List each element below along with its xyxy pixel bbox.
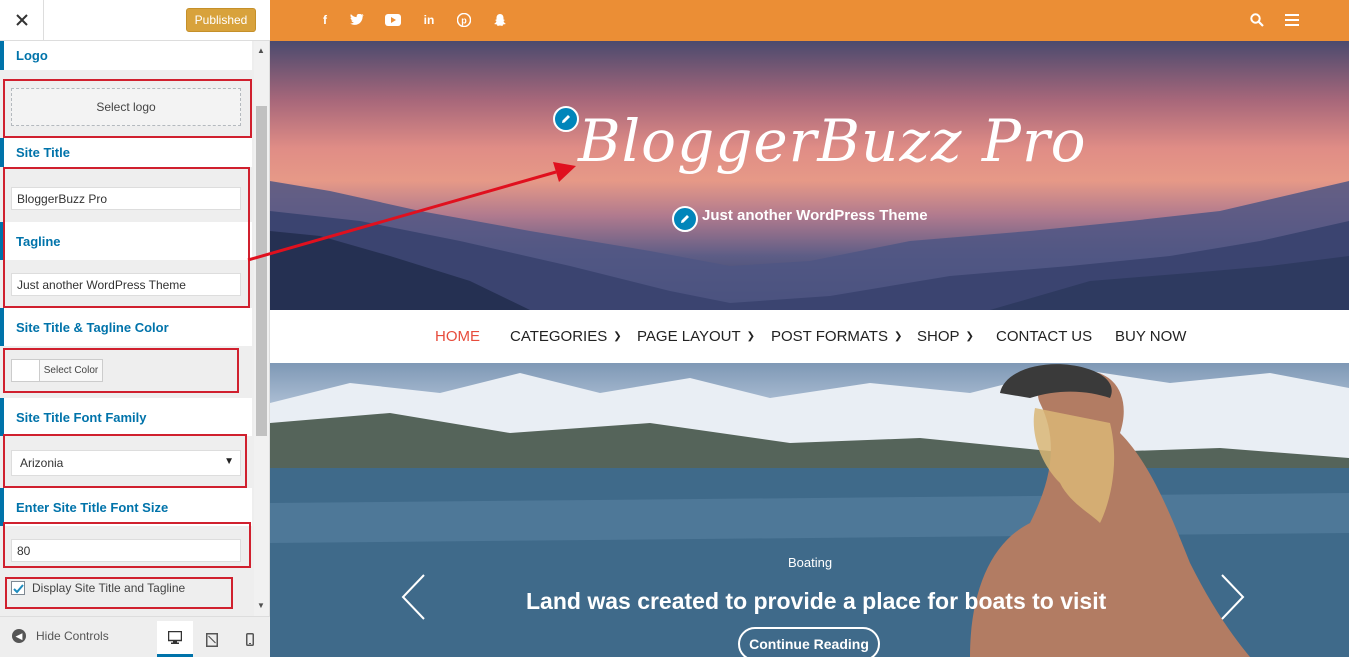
tagline-section-label: Tagline bbox=[0, 222, 252, 260]
mountain-silhouette bbox=[270, 181, 1349, 310]
slide-category[interactable]: Boating bbox=[788, 555, 832, 570]
continue-reading-button[interactable]: Continue Reading bbox=[738, 627, 880, 657]
hide-controls-button[interactable]: ◀ Hide Controls bbox=[12, 629, 109, 643]
color-section-label: Site Title & Tagline Color bbox=[0, 308, 252, 346]
slider-next-button[interactable] bbox=[1220, 573, 1246, 626]
linkedin-icon[interactable]: in bbox=[420, 11, 438, 29]
tagline-input[interactable]: Just another WordPress Theme bbox=[11, 273, 241, 296]
site-title-input[interactable]: BloggerBuzz Pro bbox=[11, 187, 241, 210]
display-title-tagline-row[interactable]: Display Site Title and Tagline bbox=[11, 581, 185, 595]
nav-item-home[interactable]: HOME bbox=[435, 328, 480, 345]
mobile-preview-button[interactable] bbox=[232, 621, 268, 657]
pencil-icon bbox=[562, 115, 570, 123]
chevron-down-icon: ❯ bbox=[893, 331, 903, 342]
youtube-icon[interactable] bbox=[384, 11, 402, 29]
font-family-value: Arizonia bbox=[20, 456, 64, 470]
customizer-footer: ◀ Hide Controls bbox=[0, 616, 270, 657]
close-icon bbox=[15, 14, 28, 26]
close-customizer-button[interactable] bbox=[0, 0, 44, 40]
edit-tagline-button[interactable] bbox=[672, 206, 698, 232]
chevron-down-icon: ❯ bbox=[746, 331, 756, 342]
tablet-icon bbox=[206, 632, 218, 647]
featured-slider: Boating Land was created to provide a pl… bbox=[270, 363, 1349, 657]
scroll-down-icon[interactable]: ▼ bbox=[257, 601, 265, 610]
svg-text:p: p bbox=[461, 16, 467, 26]
customizer-panel: Published Logo Select logo Site Title Bl… bbox=[0, 0, 270, 657]
select-logo-button[interactable]: Select logo bbox=[11, 88, 241, 126]
slide-title[interactable]: Land was created to provide a place for … bbox=[526, 588, 1106, 615]
panel-scrollbar[interactable]: ▲ ▼ bbox=[254, 41, 269, 616]
nav-item-categories[interactable]: CATEGORIES ❯ bbox=[510, 328, 622, 345]
scroll-up-icon[interactable]: ▲ bbox=[257, 46, 265, 55]
site-title-section-label: Site Title bbox=[0, 138, 252, 167]
display-title-checkbox[interactable] bbox=[11, 581, 25, 595]
scroll-thumb[interactable] bbox=[256, 106, 267, 436]
dropdown-arrow-icon: ▼ bbox=[224, 456, 234, 467]
nav-item-page-layout[interactable]: PAGE LAYOUT ❯ bbox=[637, 328, 755, 345]
edit-site-title-button[interactable] bbox=[553, 106, 579, 132]
pencil-icon bbox=[681, 215, 689, 223]
desktop-preview-button[interactable] bbox=[157, 621, 193, 657]
mobile-icon bbox=[246, 633, 254, 646]
chevron-down-icon: ❯ bbox=[613, 331, 622, 342]
pinterest-icon[interactable]: p bbox=[455, 11, 473, 29]
hide-controls-label: Hide Controls bbox=[36, 629, 109, 643]
site-title-preview[interactable]: BloggerBuzz Pro bbox=[578, 107, 1087, 175]
customizer-controls: Logo Select logo Site Title BloggerBuzz … bbox=[0, 41, 254, 616]
snapchat-icon[interactable] bbox=[491, 11, 509, 29]
tablet-preview-button[interactable] bbox=[194, 621, 230, 657]
logo-section-label: Logo bbox=[0, 41, 252, 70]
desktop-icon bbox=[168, 631, 182, 644]
nav-item-contact-us[interactable]: CONTACT US bbox=[996, 328, 1092, 345]
facebook-icon[interactable]: f bbox=[316, 11, 334, 29]
chevron-right-icon bbox=[1221, 574, 1245, 620]
select-color-button[interactable]: Select Color bbox=[11, 359, 103, 382]
font-family-select[interactable]: Arizonia ▼ bbox=[11, 450, 241, 476]
nav-item-buy-now[interactable]: BUY NOW bbox=[1115, 328, 1186, 345]
slider-prev-button[interactable] bbox=[400, 573, 426, 626]
font-size-input[interactable]: 80 bbox=[11, 539, 241, 562]
checkmark-icon bbox=[12, 583, 24, 593]
select-color-label: Select Color bbox=[40, 360, 102, 381]
chevron-down-icon: ❯ bbox=[965, 331, 974, 342]
collapse-icon: ◀ bbox=[12, 629, 26, 643]
color-swatch bbox=[12, 360, 40, 381]
publish-button[interactable]: Published bbox=[186, 8, 256, 32]
font-family-section-label: Site Title Font Family bbox=[0, 398, 252, 436]
header-hero: BloggerBuzz Pro Just another WordPress T… bbox=[270, 41, 1349, 310]
twitter-icon[interactable] bbox=[348, 11, 366, 29]
tagline-preview: Just another WordPress Theme bbox=[702, 207, 928, 224]
customizer-header: Published bbox=[0, 0, 270, 41]
social-topbar: f in p bbox=[270, 0, 1349, 41]
font-size-section-label: Enter Site Title Font Size bbox=[0, 488, 252, 526]
nav-item-shop[interactable]: SHOP ❯ bbox=[917, 328, 974, 345]
display-title-label: Display Site Title and Tagline bbox=[32, 581, 186, 595]
nav-item-post-formats[interactable]: POST FORMATS ❯ bbox=[771, 328, 902, 345]
chevron-left-icon bbox=[401, 574, 425, 620]
search-icon[interactable] bbox=[1248, 11, 1266, 29]
main-navigation: HOME CATEGORIES ❯ PAGE LAYOUT ❯ POST FORMA… bbox=[270, 310, 1349, 363]
menu-icon[interactable] bbox=[1283, 11, 1301, 29]
